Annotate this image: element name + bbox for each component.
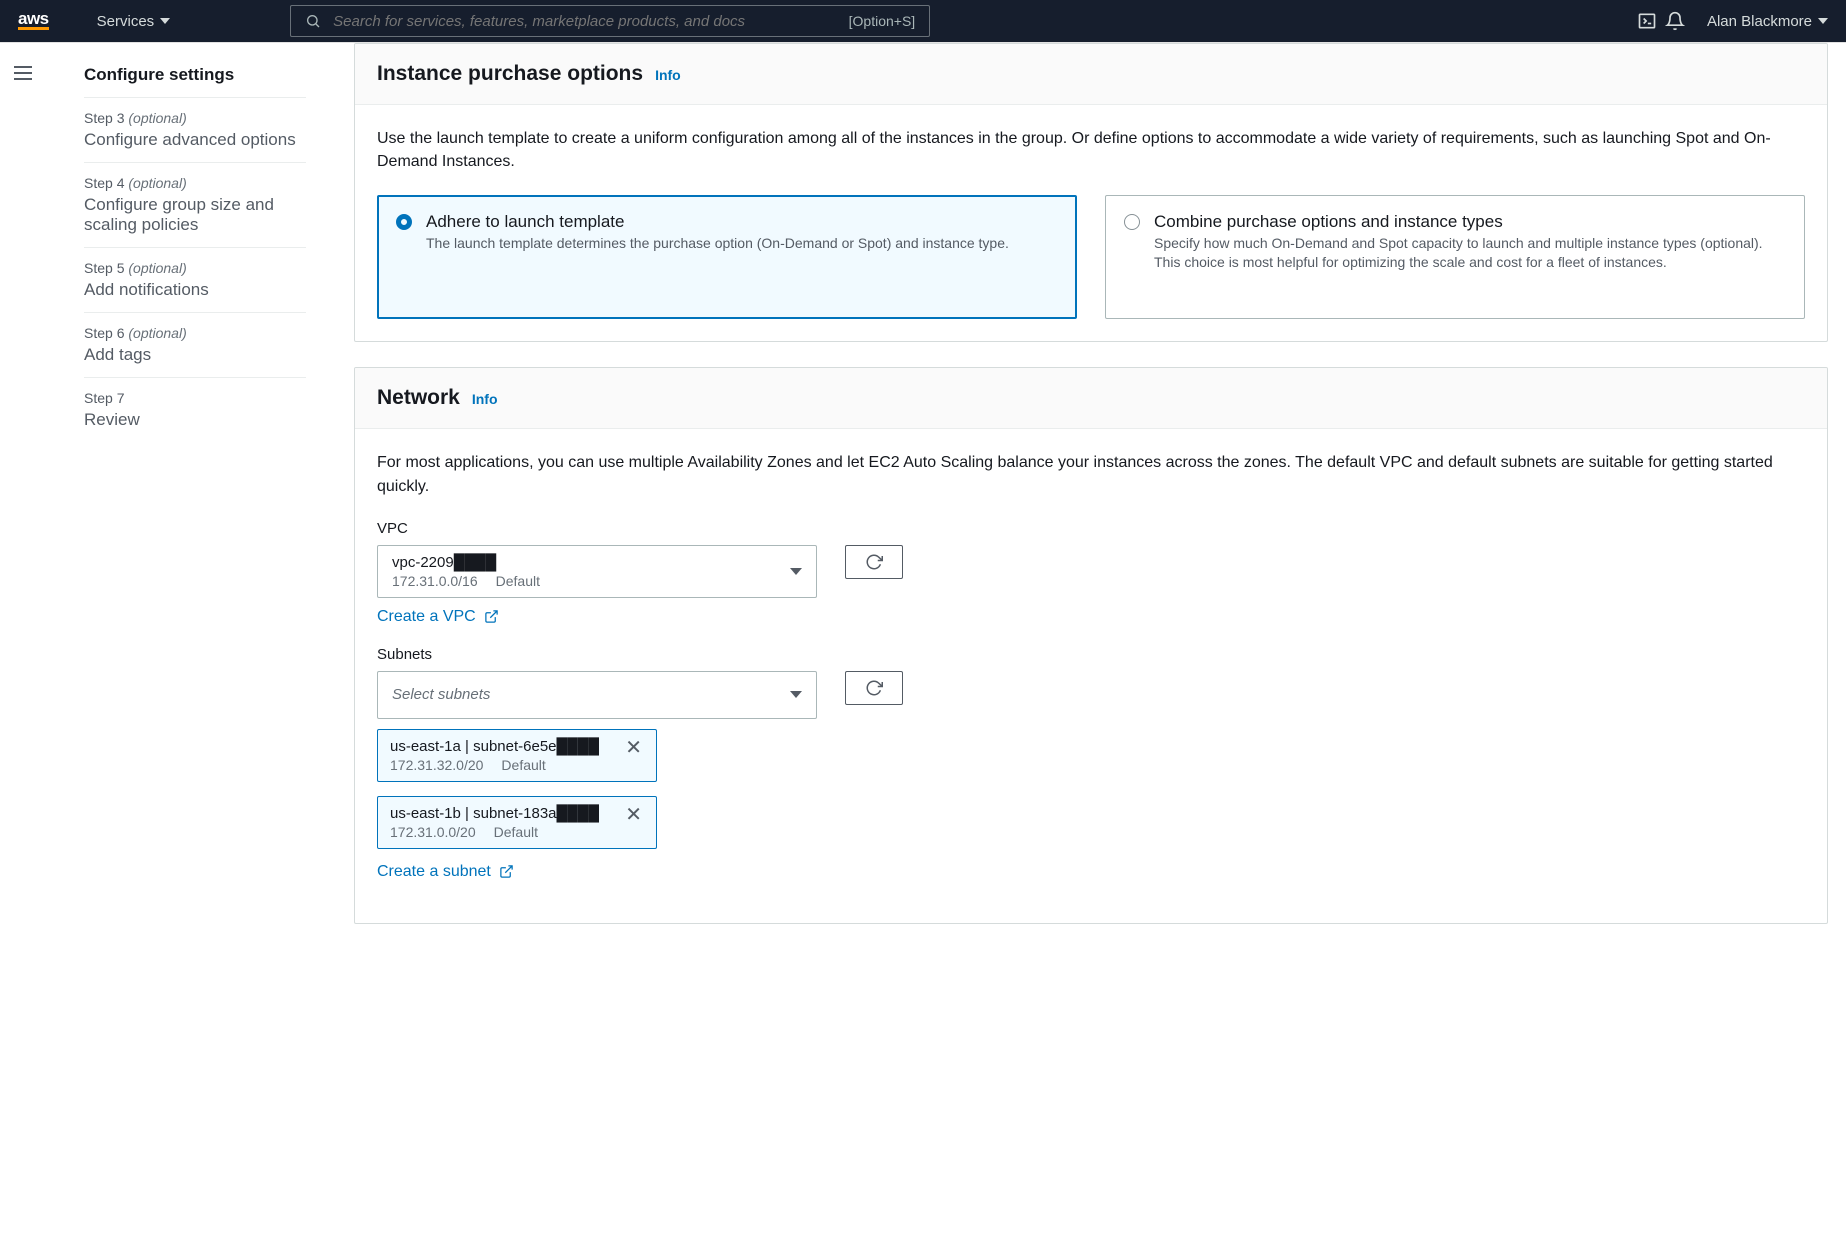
refresh-subnets-button[interactable] [845, 671, 903, 705]
option-title: Combine purchase options and instance ty… [1154, 212, 1786, 232]
option-description: Specify how much On-Demand and Spot capa… [1154, 234, 1786, 272]
step-title: Configure settings [84, 65, 306, 85]
step-title: Add notifications [84, 280, 306, 300]
account-menu[interactable]: Alan Blackmore [1707, 13, 1828, 30]
network-panel: Network Info For most applications, you … [354, 367, 1828, 923]
panel-header: Network Info [355, 368, 1827, 429]
step-title: Configure advanced options [84, 130, 306, 150]
chevron-down-icon [790, 568, 802, 575]
subnet-name: us-east-1b | subnet-183a████ [390, 805, 623, 822]
hamburger-icon[interactable] [11, 61, 35, 85]
info-link[interactable]: Info [655, 67, 681, 83]
search-input[interactable] [333, 13, 836, 30]
step-6[interactable]: Step 6 (optional) Add tags [84, 313, 306, 378]
chevron-down-icon [1818, 18, 1828, 24]
global-search[interactable]: [Option+S] [290, 5, 930, 37]
top-nav: aws Services [Option+S] Alan Blackmore [0, 0, 1846, 42]
vpc-subtext: 172.31.0.0/16Default [392, 573, 790, 589]
account-user-name: Alan Blackmore [1707, 13, 1812, 30]
refresh-icon [865, 679, 883, 697]
info-link[interactable]: Info [472, 391, 498, 407]
subnets-label: Subnets [377, 646, 1805, 663]
step-title: Add tags [84, 345, 306, 365]
panel-description: For most applications, you can use multi… [377, 451, 1805, 497]
subnet-tag-us-east-1a: us-east-1a | subnet-6e5e████ 172.31.32.0… [377, 729, 657, 782]
remove-subnet-button[interactable]: ✕ [623, 805, 644, 825]
services-menu[interactable]: Services [97, 13, 171, 30]
search-icon [305, 13, 321, 29]
subnet-name: us-east-1a | subnet-6e5e████ [390, 738, 623, 755]
vpc-label: VPC [377, 520, 1805, 537]
option-adhere-template[interactable]: Adhere to launch template The launch tem… [377, 195, 1077, 319]
main-content: Instance purchase options Info Use the l… [306, 43, 1846, 979]
external-link-icon [484, 609, 499, 624]
step-header: Step 7 [84, 390, 306, 406]
step-2[interactable]: Configure settings [84, 53, 306, 98]
step-header: Step 4 (optional) [84, 175, 306, 191]
panel-header: Instance purchase options Info [355, 44, 1827, 105]
step-header: Step 3 (optional) [84, 110, 306, 126]
subnet-subtext: 172.31.0.0/20Default [390, 824, 623, 840]
notifications-icon[interactable] [1661, 11, 1689, 31]
vpc-select[interactable]: vpc-2209████ 172.31.0.0/16Default [377, 545, 817, 598]
refresh-icon [865, 553, 883, 571]
panel-title: Instance purchase options [377, 62, 643, 86]
panel-description: Use the launch template to create a unif… [377, 127, 1805, 173]
chevron-down-icon [790, 691, 802, 698]
radio-icon [396, 214, 412, 230]
cloudshell-icon[interactable] [1633, 11, 1661, 31]
step-4[interactable]: Step 4 (optional) Configure group size a… [84, 163, 306, 248]
subnet-tag-us-east-1b: us-east-1b | subnet-183a████ 172.31.0.0/… [377, 796, 657, 849]
external-link-icon [499, 864, 514, 879]
remove-subnet-button[interactable]: ✕ [623, 738, 644, 758]
create-subnet-link[interactable]: Create a subnet [377, 863, 514, 881]
services-label: Services [97, 13, 155, 30]
option-description: The launch template determines the purch… [426, 234, 1009, 253]
create-vpc-link[interactable]: Create a VPC [377, 608, 499, 626]
step-title: Review [84, 410, 306, 430]
search-shortcut: [Option+S] [849, 13, 916, 29]
step-3[interactable]: Step 3 (optional) Configure advanced opt… [84, 98, 306, 163]
option-combine-purchase[interactable]: Combine purchase options and instance ty… [1105, 195, 1805, 319]
refresh-vpc-button[interactable] [845, 545, 903, 579]
subnets-placeholder: Select subnets [392, 686, 490, 703]
instance-purchase-panel: Instance purchase options Info Use the l… [354, 43, 1828, 342]
aws-logo[interactable]: aws [18, 12, 49, 30]
wizard-steps: Configure settings Step 3 (optional) Con… [46, 43, 306, 979]
option-title: Adhere to launch template [426, 212, 1009, 232]
subnets-select[interactable]: Select subnets [377, 671, 817, 719]
step-header: Step 5 (optional) [84, 260, 306, 276]
panel-title: Network [377, 386, 460, 410]
step-title: Configure group size and scaling policie… [84, 195, 306, 235]
radio-icon [1124, 214, 1140, 230]
subnet-subtext: 172.31.32.0/20Default [390, 757, 623, 773]
step-5[interactable]: Step 5 (optional) Add notifications [84, 248, 306, 313]
step-header: Step 6 (optional) [84, 325, 306, 341]
vpc-value: vpc-2209████ [392, 554, 790, 571]
left-rail [0, 43, 46, 979]
chevron-down-icon [160, 18, 170, 24]
step-7[interactable]: Step 7 Review [84, 378, 306, 442]
